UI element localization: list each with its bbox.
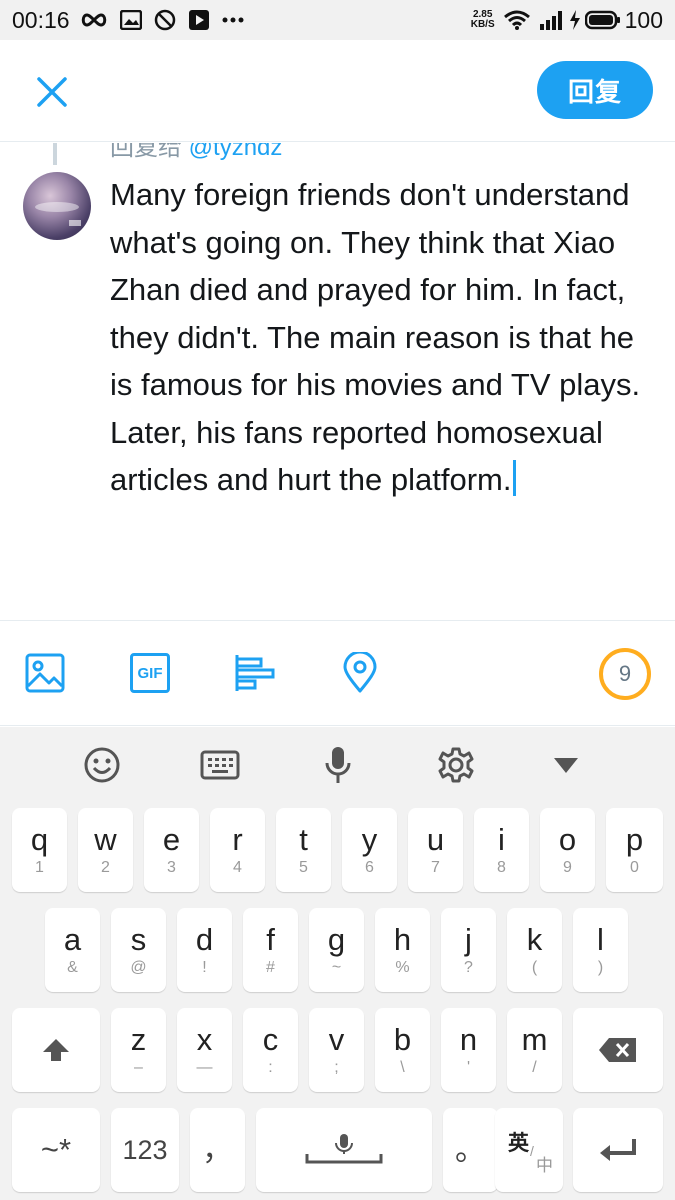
key-m[interactable]: m / <box>507 1008 562 1092</box>
key-x[interactable]: x — <box>177 1008 232 1092</box>
key-j[interactable]: j? <box>441 908 496 992</box>
backspace-key[interactable] <box>573 1008 663 1092</box>
reply-to-label: 回复给 @tyzhdz <box>110 143 282 162</box>
key-y[interactable]: y6 <box>342 808 397 892</box>
key-g[interactable]: g ~ <box>309 908 364 992</box>
thread-line <box>53 143 57 165</box>
key-p[interactable]: p0 <box>606 808 663 892</box>
enter-icon <box>600 1139 636 1161</box>
status-bar: 00:16 2.85 KB/S 100 <box>0 0 675 40</box>
key-o[interactable]: o9 <box>540 808 595 892</box>
charging-icon <box>569 10 581 30</box>
numbers-key[interactable]: 123 <box>111 1108 179 1192</box>
gallery-notification-icon <box>119 10 142 30</box>
gif-icon: GIF <box>130 653 170 693</box>
avatar <box>23 172 91 240</box>
symbols-key[interactable]: ~* <box>12 1108 100 1192</box>
space-mic-icon <box>305 1134 383 1164</box>
backspace-icon <box>599 1038 636 1062</box>
add-gif-button[interactable]: GIF <box>128 651 172 695</box>
hide-keyboard-button[interactable] <box>546 745 586 785</box>
text-cursor <box>513 460 517 496</box>
key-a[interactable]: a & <box>45 908 100 992</box>
tweet-text: Many foreign friends don't understand wh… <box>110 177 641 497</box>
infinity-icon <box>80 12 108 28</box>
emoji-button[interactable] <box>82 745 122 785</box>
poll-icon <box>235 655 275 691</box>
key-u[interactable]: u7 <box>408 808 463 892</box>
key-d[interactable]: d! <box>177 908 232 992</box>
compose-area: 回复给 @tyzhdz Many foreign friends don't u… <box>0 143 675 620</box>
battery-level: 100 <box>624 6 663 33</box>
key-b[interactable]: b \ <box>375 1008 430 1092</box>
key-w[interactable]: w2 <box>78 808 133 892</box>
add-image-button[interactable] <box>23 651 67 695</box>
image-icon <box>25 653 65 693</box>
blocked-icon <box>154 9 176 31</box>
key-c[interactable]: c: <box>243 1008 298 1092</box>
battery-icon <box>584 10 621 30</box>
language-switch-key[interactable]: 英 / 中 <box>495 1108 563 1192</box>
add-poll-button[interactable] <box>233 651 277 695</box>
key-v[interactable]: v; <box>309 1008 364 1092</box>
key-t[interactable]: t5 <box>276 808 331 892</box>
key-l[interactable]: l) <box>573 908 628 992</box>
key-s[interactable]: s @ <box>111 908 166 992</box>
keyboard-icon <box>200 750 240 780</box>
keyboard-settings-button[interactable] <box>436 745 476 785</box>
key-z[interactable]: z – <box>111 1008 166 1092</box>
add-location-button[interactable] <box>338 651 382 695</box>
key-k[interactable]: k( <box>507 908 562 992</box>
comma-key[interactable]: ， <box>190 1108 245 1192</box>
key-h[interactable]: h% <box>375 908 430 992</box>
voice-input-button[interactable] <box>318 745 358 785</box>
compose-toolbar: GIF 9 <box>0 620 675 726</box>
close-icon <box>37 77 67 107</box>
play-store-icon <box>188 9 210 31</box>
key-q[interactable]: q1 <box>12 808 67 892</box>
space-key[interactable] <box>256 1108 432 1192</box>
keyboard: q1 w2 e3 r4 t5 y6 u7 i8 o9 p0 a & s @ d! f… <box>0 727 675 1200</box>
close-button[interactable] <box>30 70 74 114</box>
emoji-icon <box>84 747 120 783</box>
network-speed: 2.85 KB/S <box>470 9 495 30</box>
status-time: 00:16 <box>12 6 70 33</box>
enter-key[interactable] <box>573 1108 663 1192</box>
gear-icon <box>438 747 474 783</box>
reply-to-handle[interactable]: @tyzhdz <box>189 143 283 161</box>
more-notifications-icon <box>222 17 244 23</box>
character-counter: 9 <box>599 648 651 700</box>
shift-arrow-icon <box>43 1039 69 1061</box>
key-f[interactable]: f # <box>243 908 298 992</box>
key-r[interactable]: r4 <box>210 808 265 892</box>
compose-header: 回复 <box>0 40 675 142</box>
microphone-icon <box>325 747 351 783</box>
triangle-down-icon <box>554 758 578 773</box>
tweet-text-input[interactable]: Many foreign friends don't understand wh… <box>110 171 655 504</box>
period-key[interactable]: 。 <box>443 1108 498 1192</box>
signal-icon <box>539 10 563 30</box>
wifi-icon <box>503 9 531 31</box>
key-e[interactable]: e3 <box>144 808 199 892</box>
keyboard-layout-button[interactable] <box>200 745 240 785</box>
key-i[interactable]: i8 <box>474 808 529 892</box>
location-icon <box>343 652 377 693</box>
key-n[interactable]: n ' <box>441 1008 496 1092</box>
reply-button[interactable]: 回复 <box>537 61 653 119</box>
shift-key[interactable] <box>12 1008 100 1092</box>
